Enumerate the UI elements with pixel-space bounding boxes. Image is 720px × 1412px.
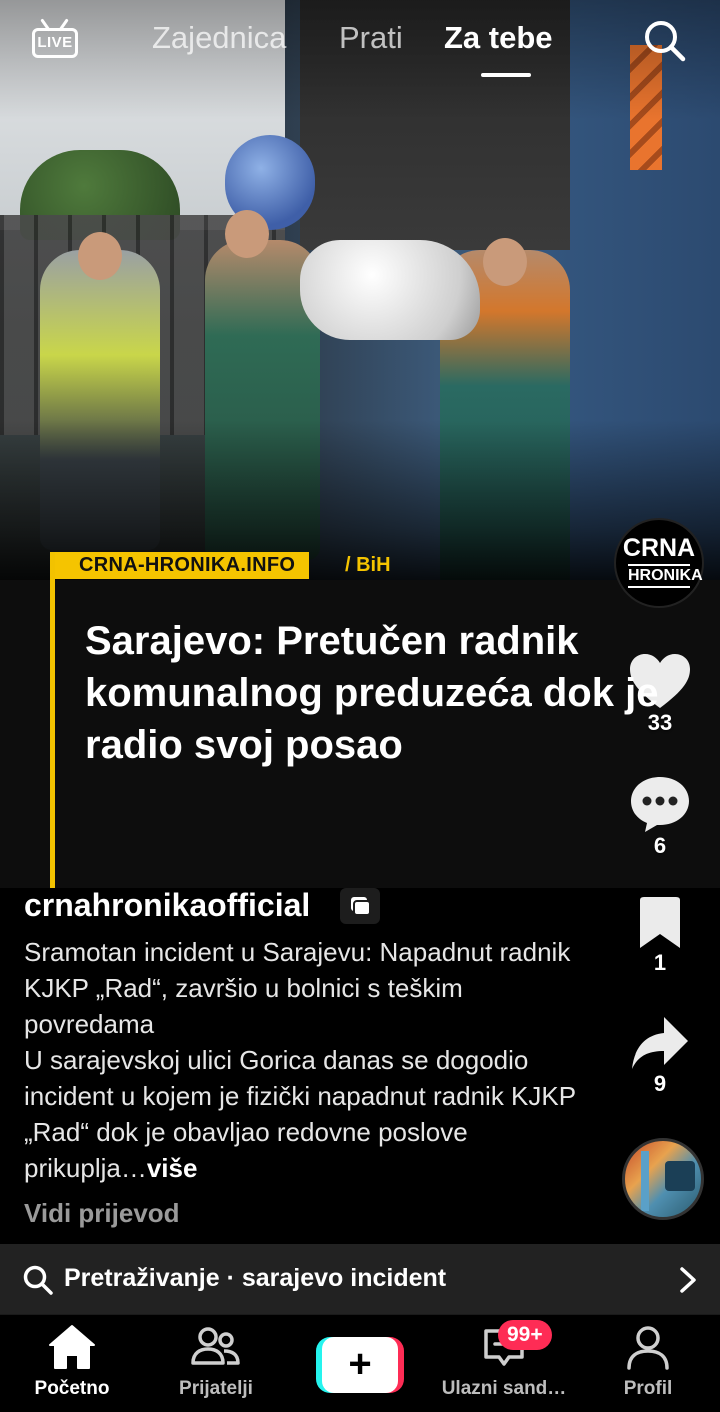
- card-accent-line: [50, 552, 55, 888]
- share-arrow-icon: [632, 1017, 688, 1069]
- nav-friends-label: Prijatelji: [179, 1378, 253, 1399]
- avatar-text-line2: HRONIKA: [628, 564, 703, 588]
- repost-icon: [351, 897, 371, 916]
- search-suggestion-bar[interactable]: Pretraživanje · sarajevo incident: [0, 1244, 720, 1314]
- nav-home-label: Početno: [34, 1378, 110, 1399]
- chevron-right-icon: [676, 1266, 700, 1294]
- live-label: LIVE: [32, 28, 78, 58]
- repost-badge: [340, 888, 380, 924]
- music-disc[interactable]: [622, 1138, 704, 1220]
- worker-head: [483, 238, 527, 286]
- creator-avatar[interactable]: CRNA HRONIKA: [614, 518, 704, 608]
- profile-icon: [627, 1326, 669, 1370]
- like-count: 33: [647, 710, 673, 735]
- plus-icon: +: [322, 1337, 398, 1393]
- comment-button[interactable]: 6: [620, 775, 700, 859]
- save-button[interactable]: 1: [620, 896, 700, 976]
- create-button[interactable]: +: [316, 1337, 404, 1393]
- caption-description[interactable]: Sramotan incident u Sarajevu: Napadnut r…: [24, 934, 584, 1186]
- tab-zajednica[interactable]: Zajednica: [152, 18, 286, 58]
- music-cover-art: [641, 1151, 649, 1211]
- home-icon: [49, 1325, 95, 1369]
- music-cover-art: [665, 1161, 695, 1191]
- live-button[interactable]: LIVE: [30, 18, 80, 60]
- nav-friends[interactable]: Prijatelji: [144, 1323, 288, 1401]
- friends-icon: [191, 1327, 240, 1365]
- tab-prati[interactable]: Prati: [339, 18, 403, 58]
- creator-username[interactable]: crnahronikaofficial: [24, 884, 310, 926]
- comment-count: 6: [653, 833, 667, 858]
- search-icon: [22, 1264, 54, 1296]
- caption-more-link[interactable]: više: [147, 1153, 198, 1183]
- region-tag: / BiH: [345, 554, 391, 576]
- nav-inbox-label: Ulazni sand…: [441, 1378, 567, 1399]
- nav-profile-label: Profil: [623, 1378, 673, 1399]
- save-count: 1: [653, 950, 667, 975]
- active-tab-indicator: [481, 73, 531, 77]
- heart-icon: [630, 654, 690, 708]
- search-icon[interactable]: [640, 16, 688, 64]
- news-headline: Sarajevo: Pretučen radnik komunalnog pre…: [85, 619, 659, 767]
- bottom-navigation: Početno Prijatelji + Ulazni sand… Profil: [0, 1314, 720, 1412]
- nav-profile[interactable]: Profil: [576, 1323, 720, 1401]
- worker-head: [78, 232, 122, 280]
- worker-head: [225, 210, 269, 258]
- nav-home[interactable]: Početno: [0, 1323, 144, 1401]
- white-bag: [300, 240, 480, 340]
- bookmark-icon: [640, 897, 680, 948]
- source-tag: CRNA-HRONIKA.INFO: [55, 552, 310, 579]
- like-button[interactable]: 33: [620, 652, 700, 736]
- tab-za-tebe[interactable]: Za tebe: [444, 18, 553, 58]
- share-count: 9: [653, 1071, 667, 1096]
- video-frame[interactable]: [0, 0, 720, 600]
- avatar-text-line1: CRNA: [622, 534, 696, 562]
- inbox-notification-badge: 99+: [498, 1320, 552, 1350]
- search-suggestion-text: Pretraživanje · sarajevo incident: [64, 1264, 447, 1292]
- caption-text: Sramotan incident u Sarajevu: Napadnut r…: [24, 937, 576, 1183]
- comment-icon: [631, 777, 689, 832]
- see-translation-link[interactable]: Vidi prijevod: [24, 1196, 180, 1230]
- share-button[interactable]: 9: [620, 1015, 700, 1097]
